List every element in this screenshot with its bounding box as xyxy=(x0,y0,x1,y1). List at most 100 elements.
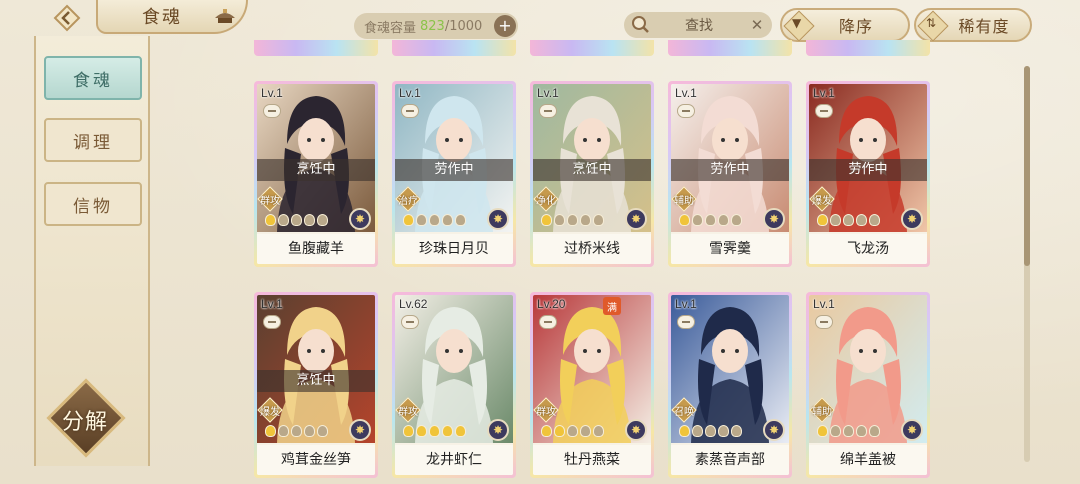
card-body: Lv.1 烹饪中 净化 ✸ 过桥米线 xyxy=(533,84,651,264)
card-level: Lv.62 xyxy=(399,297,428,311)
food-soul-card[interactable]: Lv.1 烹饪中 群攻 ✸ 鱼腹藏羊 xyxy=(254,81,378,267)
chef-hat-icon[interactable] xyxy=(212,6,238,26)
card-name: 绵羊盖被 xyxy=(809,445,927,475)
star-icon xyxy=(856,214,867,226)
star-icon xyxy=(416,214,427,226)
lock-icon[interactable] xyxy=(401,104,419,118)
scrollbar[interactable] xyxy=(1024,66,1030,462)
star-icon xyxy=(567,214,578,226)
star-rating xyxy=(403,214,466,228)
lock-icon[interactable] xyxy=(539,104,557,118)
star-icon xyxy=(455,425,466,437)
sidebar-item-tokens[interactable]: 信物 xyxy=(44,182,142,226)
lock-icon[interactable] xyxy=(263,104,281,118)
star-rating xyxy=(265,425,328,439)
card-status: 劳作中 xyxy=(395,159,513,181)
star-icon xyxy=(830,425,841,437)
scrollbar-thumb[interactable] xyxy=(1024,66,1030,266)
card-level: Lv.1 xyxy=(261,297,283,311)
partial-card-strip xyxy=(806,40,930,56)
role-badge: 净化 xyxy=(533,186,559,212)
element-icon: ✸ xyxy=(349,208,371,230)
card-level: Lv.1 xyxy=(675,86,697,100)
back-button[interactable] xyxy=(36,2,98,34)
star-rating xyxy=(403,425,466,439)
star-icon xyxy=(817,214,828,226)
decompose-button[interactable]: 分解 xyxy=(40,378,130,458)
star-icon xyxy=(718,214,729,226)
food-soul-card[interactable]: Lv.62 群攻 ✸ 龙井虾仁 xyxy=(392,292,516,478)
sidebar-item-cooking[interactable]: 调理 xyxy=(44,118,142,162)
sidebar-item-food-souls[interactable]: 食魂 xyxy=(44,56,142,100)
element-icon: ✸ xyxy=(763,419,785,441)
card-body: Lv.1 召唤 ✸ 素蒸音声部 xyxy=(671,295,789,475)
role-badge: 爆发 xyxy=(257,397,283,423)
star-icon xyxy=(705,214,716,226)
role-label: 辅助 xyxy=(812,407,832,418)
star-icon xyxy=(554,214,565,226)
food-soul-card[interactable]: Lv.1 劳作中 爆发 ✸ 飞龙汤 xyxy=(806,81,930,267)
star-icon xyxy=(731,214,742,226)
element-icon: ✸ xyxy=(901,208,923,230)
food-soul-card[interactable]: Lv.20 满群攻 ✸ 牡丹燕菜 xyxy=(530,292,654,478)
star-icon xyxy=(679,214,690,226)
star-icon xyxy=(731,425,742,437)
food-soul-card[interactable]: Lv.1 辅助 ✸ 绵羊盖被 xyxy=(806,292,930,478)
element-icon: ✸ xyxy=(487,208,509,230)
sort-rarity-button[interactable]: ⇅ 稀有度 xyxy=(914,8,1032,42)
search-placeholder: 查找 xyxy=(685,18,713,34)
role-badge: 召唤 xyxy=(671,397,697,423)
page-title: 食魂 xyxy=(142,7,182,28)
clear-search-icon[interactable]: ✕ xyxy=(748,16,766,34)
expand-capacity-button[interactable]: + xyxy=(494,15,516,37)
star-icon xyxy=(403,214,414,226)
card-body: Lv.1 劳作中 爆发 ✸ 飞龙汤 xyxy=(809,84,927,264)
role-label: 治疗 xyxy=(398,196,418,207)
lock-icon[interactable] xyxy=(539,315,557,329)
card-level: Lv.1 xyxy=(399,86,421,100)
element-icon: ✸ xyxy=(901,419,923,441)
partial-card-strip xyxy=(392,40,516,56)
sort-order-button[interactable]: ▼ 降序 xyxy=(780,8,910,42)
star-icon xyxy=(843,425,854,437)
food-soul-card[interactable]: Lv.1 召唤 ✸ 素蒸音声部 xyxy=(668,292,792,478)
star-icon xyxy=(541,214,552,226)
star-icon xyxy=(692,214,703,226)
search-icon xyxy=(632,16,649,33)
swap-icon: ⇅ xyxy=(926,16,938,30)
card-name: 飞龙汤 xyxy=(809,234,927,264)
card-level: Lv.1 xyxy=(813,86,835,100)
element-icon: ✸ xyxy=(763,208,785,230)
star-icon xyxy=(593,425,604,437)
max-level-badge: 满 xyxy=(603,297,621,315)
star-icon xyxy=(567,425,578,437)
role-badge: 群攻 xyxy=(257,186,283,212)
sort-rarity-label: 稀有度 xyxy=(958,17,1010,36)
food-soul-card[interactable]: Lv.1 烹饪中 净化 ✸ 过桥米线 xyxy=(530,81,654,267)
search-input[interactable]: 查找 ✕ xyxy=(624,12,772,38)
star-icon xyxy=(304,214,315,226)
element-icon: ✸ xyxy=(625,208,647,230)
capacity-label: 食魂容量 xyxy=(364,20,417,36)
food-soul-card[interactable]: Lv.1 烹饪中 爆发 ✸ 鸡茸金丝笋 xyxy=(254,292,378,478)
role-badge: 治疗 xyxy=(395,186,421,212)
lock-icon[interactable] xyxy=(677,104,695,118)
lock-icon[interactable] xyxy=(401,315,419,329)
food-soul-card[interactable]: Lv.1 劳作中 治疗 ✸ 珍珠日月贝 xyxy=(392,81,516,267)
card-level: Lv.1 xyxy=(813,297,835,311)
star-icon xyxy=(291,425,302,437)
star-icon xyxy=(692,425,703,437)
card-name: 牡丹燕菜 xyxy=(533,445,651,475)
card-name: 鸡茸金丝笋 xyxy=(257,445,375,475)
partial-card-strip xyxy=(668,40,792,56)
lock-icon[interactable] xyxy=(815,315,833,329)
lock-icon[interactable] xyxy=(263,315,281,329)
star-icon xyxy=(403,425,414,437)
lock-icon[interactable] xyxy=(815,104,833,118)
food-soul-card[interactable]: Lv.1 劳作中 辅助 ✸ 雪霁羹 xyxy=(668,81,792,267)
element-icon: ✸ xyxy=(625,419,647,441)
lock-icon[interactable] xyxy=(677,315,695,329)
star-rating xyxy=(817,214,880,228)
card-body: Lv.1 劳作中 治疗 ✸ 珍珠日月贝 xyxy=(395,84,513,264)
star-icon xyxy=(554,425,565,437)
